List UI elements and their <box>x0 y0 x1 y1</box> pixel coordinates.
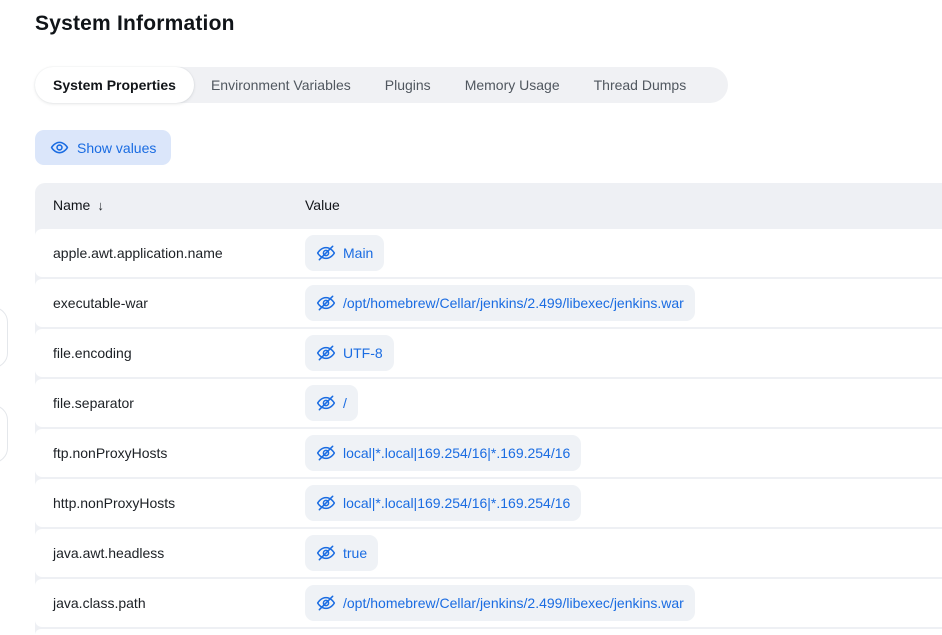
property-name: file.encoding <box>35 345 305 361</box>
property-value: /opt/homebrew/Cellar/jenkins/2.499/libex… <box>343 595 684 611</box>
eye-off-icon <box>316 343 336 363</box>
property-name: http.nonProxyHosts <box>35 495 305 511</box>
hidden-value-button[interactable]: /opt/homebrew/Cellar/jenkins/2.499/libex… <box>305 285 695 321</box>
value-cell: / <box>305 385 942 421</box>
main-content: System Information System Properties Env… <box>0 0 942 635</box>
value-cell: Main <box>305 235 942 271</box>
hidden-value-button[interactable]: true <box>305 535 378 571</box>
table-row: ftp.nonProxyHosts local|*.local|169.254/… <box>35 429 942 477</box>
property-value: /opt/homebrew/Cellar/jenkins/2.499/libex… <box>343 295 684 311</box>
value-cell: local|*.local|169.254/16|*.169.254/16 <box>305 435 942 471</box>
value-cell: UTF-8 <box>305 335 942 371</box>
value-cell: /opt/homebrew/Cellar/jenkins/2.499/libex… <box>305 585 942 621</box>
hidden-value-button[interactable]: local|*.local|169.254/16|*.169.254/16 <box>305 485 581 521</box>
tab-plugins[interactable]: Plugins <box>368 67 448 103</box>
value-cell: true <box>305 535 942 571</box>
clipped-left-panel-top <box>0 307 8 368</box>
page-title: System Information <box>35 12 942 36</box>
value-cell: local|*.local|169.254/16|*.169.254/16 <box>305 485 942 521</box>
hidden-value-button[interactable]: / <box>305 385 358 421</box>
table-row: http.nonProxyHosts local|*.local|169.254… <box>35 479 942 527</box>
show-values-label: Show values <box>77 140 156 156</box>
hidden-value-button[interactable]: UTF-8 <box>305 335 394 371</box>
eye-off-icon <box>316 393 336 413</box>
column-header-value[interactable]: Value <box>305 197 942 213</box>
property-name: file.separator <box>35 395 305 411</box>
property-value: true <box>343 545 367 561</box>
hidden-value-button[interactable]: /opt/homebrew/Cellar/jenkins/2.499/libex… <box>305 585 695 621</box>
eye-off-icon <box>316 493 336 513</box>
tab-system-properties[interactable]: System Properties <box>35 67 194 103</box>
eye-off-icon <box>316 243 336 263</box>
section-tabbar: System Properties Environment Variables … <box>35 67 728 103</box>
property-name: apple.awt.application.name <box>35 245 305 261</box>
name-column-label: Name <box>53 197 90 213</box>
property-name: java.awt.headless <box>35 545 305 561</box>
property-value: / <box>343 395 347 411</box>
eye-off-icon <box>316 443 336 463</box>
table-row: file.encoding UTF-8 <box>35 329 942 377</box>
property-value: local|*.local|169.254/16|*.169.254/16 <box>343 445 570 461</box>
property-value: local|*.local|169.254/16|*.169.254/16 <box>343 495 570 511</box>
property-value: Main <box>343 245 373 261</box>
tab-thread-dumps[interactable]: Thread Dumps <box>577 67 704 103</box>
sort-descending-icon: ↓ <box>97 198 104 213</box>
property-value: UTF-8 <box>343 345 383 361</box>
table-row-clipped <box>35 629 942 635</box>
table-row: file.separator / <box>35 379 942 427</box>
value-column-label: Value <box>305 197 340 213</box>
show-values-button[interactable]: Show values <box>35 130 171 165</box>
eye-off-icon <box>316 593 336 613</box>
property-name: executable-war <box>35 295 305 311</box>
system-properties-table: Name ↓ Value apple.awt.application.name <box>35 183 942 635</box>
eye-off-icon <box>316 293 336 313</box>
property-name: ftp.nonProxyHosts <box>35 445 305 461</box>
tab-memory-usage[interactable]: Memory Usage <box>448 67 577 103</box>
table-row: executable-war /opt/homebrew/Cellar/jenk… <box>35 279 942 327</box>
table-row: java.class.path /opt/homebrew/Cellar/jen… <box>35 579 942 627</box>
value-cell: /opt/homebrew/Cellar/jenkins/2.499/libex… <box>305 285 942 321</box>
tab-environment-variables[interactable]: Environment Variables <box>194 67 368 103</box>
table-row: java.awt.headless true <box>35 529 942 577</box>
hidden-value-button[interactable]: Main <box>305 235 384 271</box>
property-name: java.class.path <box>35 595 305 611</box>
hidden-value-button[interactable]: local|*.local|169.254/16|*.169.254/16 <box>305 435 581 471</box>
table-row: apple.awt.application.name Main <box>35 229 942 277</box>
eye-off-icon <box>316 543 336 563</box>
table-header-row: Name ↓ Value <box>35 183 942 227</box>
column-header-name[interactable]: Name ↓ <box>35 197 305 213</box>
eye-icon <box>50 138 69 157</box>
